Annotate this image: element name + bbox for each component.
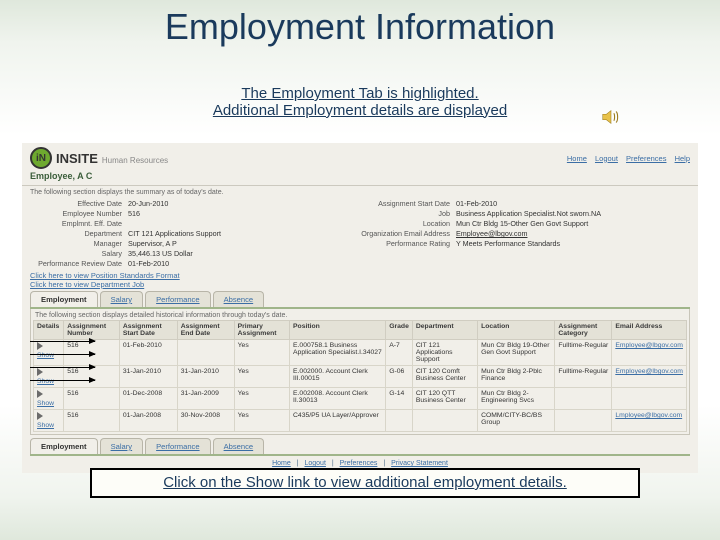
subtitle-line2: Additional Employment details are displa… bbox=[213, 102, 507, 119]
tab-strip-bottom: Employment Salary Performance Absence bbox=[30, 438, 690, 456]
speaker-icon bbox=[600, 106, 622, 128]
arrow-icon bbox=[30, 354, 95, 355]
summary-col-left: Effective Date20-Jun-2010 Employee Numbe… bbox=[32, 199, 360, 269]
tab-performance[interactable]: Performance bbox=[145, 291, 210, 307]
tab-performance-bottom[interactable]: Performance bbox=[145, 438, 210, 454]
col-email: Email Address bbox=[612, 321, 687, 340]
employment-table: Details Assignment Number Assignment Sta… bbox=[33, 320, 687, 432]
header-link-logout[interactable]: Logout bbox=[595, 154, 618, 163]
table-row: Show51601-Feb-2010YesE.000758.1 Business… bbox=[34, 340, 687, 366]
subtitle-line1: The Employment Tab is highlighted. bbox=[241, 85, 478, 102]
slide-title: Employment Information bbox=[0, 6, 720, 48]
header-link-help[interactable]: Help bbox=[675, 154, 690, 163]
org-email-link[interactable]: Employee@lbgov.com bbox=[456, 229, 527, 238]
col-location: Location bbox=[478, 321, 555, 340]
col-grade: Grade bbox=[386, 321, 413, 340]
col-position: Position bbox=[290, 321, 386, 340]
arrow-icon bbox=[30, 380, 95, 381]
logo-subtitle: Human Resources bbox=[102, 156, 168, 165]
tab-absence[interactable]: Absence bbox=[213, 291, 265, 307]
tab-salary-bottom[interactable]: Salary bbox=[100, 438, 144, 454]
table-row: Show51601-Jan-200830-Nov-2008YesC435/P5 … bbox=[34, 410, 687, 432]
slide-subtitle: The Employment Tab is highlighted. Addit… bbox=[120, 86, 600, 119]
footer-preferences[interactable]: Preferences bbox=[340, 460, 378, 467]
col-primary: Primary Assignment bbox=[234, 321, 289, 340]
row-email-link[interactable]: Lmployee@lbgov.com bbox=[612, 410, 687, 432]
summary-col-right: Assignment Start Date01-Feb-2010 JobBusi… bbox=[360, 199, 688, 269]
header-link-preferences[interactable]: Preferences bbox=[626, 154, 666, 163]
position-standards-link[interactable]: Click here to view Position Standards Fo… bbox=[30, 271, 690, 280]
divider bbox=[22, 185, 698, 186]
footer-privacy[interactable]: Privacy Statement bbox=[391, 460, 448, 467]
insite-app-screenshot: iN INSITE Human Resources Home Logout Pr… bbox=[22, 143, 698, 473]
expand-icon bbox=[37, 412, 43, 420]
arrow-icon bbox=[30, 341, 95, 342]
tab-strip-top: Employment Salary Performance Absence bbox=[30, 291, 690, 309]
table-row: Show51631-Jan-201031-Jan-2010YesE.002000… bbox=[34, 366, 687, 388]
tab-salary[interactable]: Salary bbox=[100, 291, 144, 307]
col-details: Details bbox=[34, 321, 64, 340]
lbl: Effective Date bbox=[32, 199, 128, 208]
row-email-link[interactable] bbox=[612, 388, 687, 410]
slide-root: Employment Information The Employment Ta… bbox=[0, 0, 720, 540]
bottom-caption: Click on the Show link to view additiona… bbox=[90, 468, 640, 498]
tab-employment-bottom[interactable]: Employment bbox=[30, 438, 98, 454]
employee-name: Employee, A C bbox=[22, 169, 698, 183]
table-row: Show51601-Dec-200831-Jan-2009YesE.002008… bbox=[34, 388, 687, 410]
col-assign-end: Assignment End Date bbox=[177, 321, 234, 340]
val: 20-Jun-2010 bbox=[128, 199, 168, 208]
arrow-icon bbox=[30, 367, 95, 368]
tab-absence-bottom[interactable]: Absence bbox=[213, 438, 265, 454]
logo-text: INSITE bbox=[56, 151, 98, 166]
show-link[interactable]: Show bbox=[34, 410, 64, 432]
app-header: iN INSITE Human Resources Home Logout Pr… bbox=[22, 143, 698, 169]
summary-panel: Effective Date20-Jun-2010 Employee Numbe… bbox=[22, 197, 698, 271]
summary-links: Click here to view Position Standards Fo… bbox=[22, 271, 698, 289]
tab-employment[interactable]: Employment bbox=[30, 291, 98, 307]
footer-home[interactable]: Home bbox=[272, 460, 291, 467]
header-link-home[interactable]: Home bbox=[567, 154, 587, 163]
header-links: Home Logout Preferences Help bbox=[561, 154, 690, 163]
logo-icon: iN bbox=[30, 147, 52, 169]
bottom-caption-text: Click on the Show link to view additiona… bbox=[163, 474, 567, 491]
col-category: Assignment Category bbox=[555, 321, 612, 340]
footer-links: Home | Logout | Preferences | Privacy St… bbox=[22, 456, 698, 468]
col-assign-start: Assignment Start Date bbox=[119, 321, 177, 340]
row-email-link[interactable]: Employee@lbgov.com bbox=[612, 366, 687, 388]
footer-logout[interactable]: Logout bbox=[304, 460, 325, 467]
employment-panel: The following section displays detailed … bbox=[30, 309, 690, 435]
section-note-top: The following section displays the summa… bbox=[22, 188, 698, 197]
col-assign-num: Assignment Number bbox=[64, 321, 120, 340]
callout-arrows bbox=[30, 341, 95, 393]
section-note-mid: The following section displays detailed … bbox=[33, 311, 687, 320]
department-job-link[interactable]: Click here to view Department Job bbox=[30, 280, 690, 289]
row-email-link[interactable]: Employee@lbgov.com bbox=[612, 340, 687, 366]
col-dept: Department bbox=[412, 321, 477, 340]
